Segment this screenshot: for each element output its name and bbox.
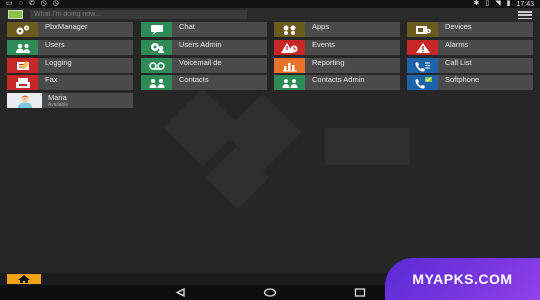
tile-label: Reporting: [312, 58, 345, 67]
tile-label: Fax: [45, 75, 58, 84]
home-nav-icon[interactable]: [263, 288, 277, 297]
tile-label: Voicemail de: [179, 58, 222, 67]
top-bar: [0, 8, 540, 21]
alarm-clock-icon: ◷: [40, 0, 47, 7]
tile-label: Softphone: [445, 75, 480, 84]
tile-devices[interactable]: Devices: [407, 22, 533, 37]
back-icon[interactable]: [174, 288, 188, 297]
alarm-icon: [407, 40, 438, 55]
tile-pbxmanager[interactable]: PbxManager: [7, 22, 133, 37]
tile-label: PbxManager: [45, 22, 88, 31]
events-icon: [274, 40, 305, 55]
contact-status: Available: [48, 102, 69, 108]
tile-logging[interactable]: Logging: [7, 58, 133, 73]
fax-icon: [7, 75, 38, 90]
phone-icon: ✆: [28, 0, 35, 7]
softphone-icon: [407, 75, 438, 90]
devices-icon: [407, 22, 438, 37]
wifi-icon: ◥: [495, 0, 501, 7]
logging-icon: [7, 58, 38, 73]
tile-contacts[interactable]: Contacts: [141, 75, 267, 90]
tile-softphone[interactable]: Softphone: [407, 75, 533, 90]
tile-label: Devices: [445, 22, 472, 31]
bluetooth-icon: ✱: [473, 0, 480, 7]
apps-icon: [274, 22, 305, 37]
alarm-clock-icon-2: ◷: [52, 0, 59, 7]
contact-name: Maria: [48, 93, 67, 102]
contact-tile[interactable]: Maria Available: [7, 93, 133, 108]
tile-label: Chat: [179, 22, 195, 31]
status-icons-left: ▭ ◌ ✆ ◷ ◷: [6, 0, 59, 8]
vibrate-icon: ▯: [485, 0, 490, 7]
tile-voicemail[interactable]: Voicemail de: [141, 58, 267, 73]
tile-label: Logging: [45, 58, 72, 67]
watermark-badge: MYAPKS.COM: [385, 258, 540, 300]
android-status-bar: ▭ ◌ ✆ ◷ ◷ ✱ ▯ ◥ ▮ 17:43: [0, 0, 540, 8]
contacts-admin-icon: [274, 75, 305, 90]
tile-chat[interactable]: Chat: [141, 22, 267, 37]
tile-apps[interactable]: Apps: [274, 22, 400, 37]
home-button[interactable]: [7, 274, 41, 284]
tile-label: Call List: [445, 58, 472, 67]
users-admin-icon: [141, 40, 172, 55]
voicemail-icon: [141, 58, 172, 73]
users-icon: [7, 40, 38, 55]
sync-icon: ◌: [18, 0, 23, 7]
tile-events[interactable]: Events: [274, 40, 400, 55]
notification-box-icon: ▭: [6, 0, 13, 7]
reporting-icon: [274, 58, 305, 73]
contacts-icon: [141, 75, 172, 90]
tile-reporting[interactable]: Reporting: [274, 58, 400, 73]
tile-label: Alarms: [445, 40, 469, 49]
tile-contacts-admin[interactable]: Contacts Admin: [274, 75, 400, 90]
clock: 17:43: [516, 0, 534, 8]
tile-label: Apps: [312, 22, 330, 31]
menu-icon[interactable]: [518, 11, 532, 19]
home-icon: [18, 275, 30, 283]
tile-users[interactable]: Users: [7, 40, 133, 55]
tile-users-admin[interactable]: Users Admin: [141, 40, 267, 55]
tile-label: Contacts: [179, 75, 209, 84]
tile-label: Users Admin: [179, 40, 222, 49]
avatar: [7, 93, 42, 108]
tile-alarms[interactable]: Alarms: [407, 40, 533, 55]
tile-label: Events: [312, 40, 335, 49]
tile-label: Contacts Admin: [312, 75, 365, 84]
gears-icon: [7, 22, 38, 37]
tile-label: Users: [45, 40, 65, 49]
recent-apps-icon[interactable]: [353, 288, 367, 297]
call-list-icon: [407, 58, 438, 73]
background-logo-block: [325, 128, 410, 165]
tile-fax[interactable]: Fax: [7, 75, 133, 90]
status-icons-right: ✱ ▯ ◥ ▮ 17:43: [473, 0, 534, 8]
battery-icon: ▮: [506, 0, 511, 7]
tile-call-list[interactable]: Call List: [407, 58, 533, 73]
status-message-input[interactable]: [30, 10, 247, 19]
presence-indicator[interactable]: [8, 10, 23, 19]
chat-icon: [141, 22, 172, 37]
